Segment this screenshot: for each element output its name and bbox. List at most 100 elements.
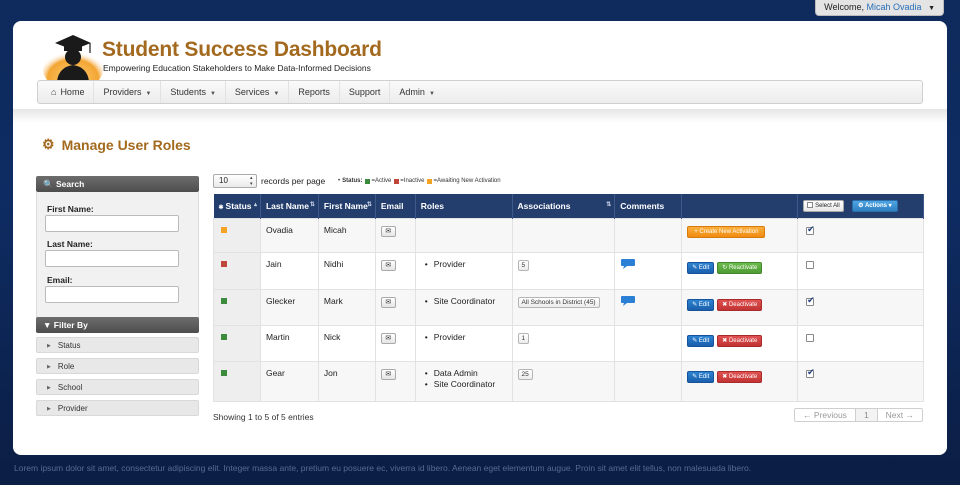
role-item: Provider (421, 259, 507, 270)
nav-admin[interactable]: Admin ▼ (390, 81, 443, 103)
comments-cell (614, 360, 683, 402)
column-header-associations[interactable]: Associations ⇅ (512, 194, 616, 218)
filter-item-label: Status (57, 341, 81, 350)
comments-cell (614, 251, 683, 290)
nav-students[interactable]: Students ▼ (161, 81, 226, 103)
deactivate-button[interactable]: ✖ Deactivate (717, 370, 763, 383)
pagination: ← Previous 1 Next → (794, 408, 924, 422)
last-name-cell: Jain (259, 251, 319, 290)
edit-button[interactable]: ✎ Edit (687, 298, 715, 311)
welcome-user-name[interactable]: Micah Ovadia (867, 2, 922, 12)
select-cell (797, 324, 924, 362)
status-indicator (221, 369, 227, 376)
nav-providers[interactable]: Providers ▼ (94, 81, 162, 103)
email-button[interactable]: ✉ (380, 332, 396, 344)
comment-bubble-icon[interactable] (620, 258, 636, 270)
close-icon: ✖ (722, 301, 729, 308)
records-per-page-select[interactable]: 10 (213, 174, 257, 188)
nav-reports[interactable]: Reports (289, 81, 340, 103)
edit-label: Edit (698, 337, 710, 344)
app-subtitle: Empowering Education Stakeholders to Mak… (103, 63, 371, 73)
row-select-checkbox[interactable] (806, 333, 815, 342)
records-per-page: 10 records per page (213, 174, 325, 188)
entries-summary: Showing 1 to 5 of 5 entries (213, 412, 314, 422)
associations-cell (511, 217, 616, 253)
status-legend: • Status: =Active =Inactive =Awaiting Ne… (338, 178, 501, 184)
sort-icon: ✱ (218, 204, 224, 211)
page-heading: ⚙ Manage User Roles (42, 136, 191, 153)
row-select-checkbox[interactable] (806, 224, 815, 235)
filter-item-role[interactable]: ▶ Role (36, 358, 199, 374)
reactivate-button[interactable]: ↻ Reactivate (717, 261, 763, 274)
search-icon: 🔍 (43, 179, 54, 189)
role-item: Site Coordinator (421, 296, 507, 307)
edit-button[interactable]: ✎ Edit (687, 334, 715, 347)
column-header-status[interactable]: ✱ Status ▴ (213, 194, 261, 218)
deactivate-label: Deactivate (728, 337, 758, 344)
nav-home[interactable]: ⌂ Home (42, 81, 95, 103)
nav-services-label: Services (234, 87, 270, 97)
edit-icon: ✎ (692, 301, 699, 308)
email-cell: ✉ (374, 251, 416, 290)
search-panel-title: Search (55, 179, 85, 189)
status-cell (213, 288, 261, 326)
envelope-icon: ✉ (385, 370, 392, 378)
status-indicator (221, 226, 227, 233)
roles-cell: Provider (414, 324, 513, 362)
status-cell (213, 324, 261, 362)
deactivate-button[interactable]: ✖ Deactivate (717, 298, 763, 311)
associations-badge[interactable]: 1 (517, 332, 530, 344)
email-button[interactable]: ✉ (380, 296, 396, 308)
close-icon: ✖ (722, 373, 729, 380)
deactivate-label: Deactivate (728, 373, 758, 380)
associations-badge[interactable]: All Schools in District (45) (517, 296, 600, 308)
graduate-logo-icon (43, 35, 103, 81)
associations-badge[interactable]: 25 (517, 368, 533, 380)
last-name-cell: Ovadia (259, 217, 319, 253)
create-activation-button[interactable]: + Create New Activation (687, 225, 766, 238)
welcome-menu[interactable]: Welcome, Micah Ovadia ▼ (815, 0, 944, 16)
column-header-last-name[interactable]: Last Name ⇅ (260, 194, 319, 218)
nav-support[interactable]: Support (340, 81, 391, 103)
envelope-icon: ✉ (385, 334, 392, 342)
create-activation-label: Create New Activation (699, 228, 759, 235)
app-title: Student Success Dashboard (102, 38, 382, 61)
column-header-label: Email (380, 200, 404, 211)
nav-students-label: Students (170, 87, 206, 97)
deactivate-button[interactable]: ✖ Deactivate (717, 334, 763, 347)
email-button[interactable]: ✉ (380, 259, 396, 271)
associations-badge[interactable]: 5 (517, 259, 530, 271)
page-1-button[interactable]: 1 (855, 409, 878, 421)
previous-page-button[interactable]: ← Previous (795, 409, 856, 421)
email-input[interactable] (45, 286, 179, 303)
row-select-checkbox[interactable] (806, 295, 815, 306)
roles-list: Site Coordinator (421, 296, 507, 307)
column-header-first-name[interactable]: First Name ⇅ (318, 194, 376, 218)
next-page-button[interactable]: Next → (878, 409, 922, 421)
actions-dropdown-button[interactable]: ⚙ Actions ▾ (852, 199, 898, 212)
first-name-input[interactable] (45, 215, 179, 232)
edit-button[interactable]: ✎ Edit (687, 370, 715, 383)
filter-item-provider[interactable]: ▶ Provider (36, 400, 199, 416)
column-header-label: First Name (323, 200, 368, 211)
select-all-checkbox[interactable] (807, 201, 814, 208)
select-cell (797, 288, 924, 326)
edit-label: Edit (698, 373, 710, 380)
nav-support-label: Support (348, 87, 381, 97)
nav-services[interactable]: Services ▼ (226, 81, 290, 103)
row-select-checkbox[interactable] (806, 260, 815, 269)
email-button[interactable]: ✉ (380, 368, 396, 380)
row-select-checkbox[interactable] (806, 367, 815, 378)
comment-bubble-icon[interactable] (620, 295, 636, 307)
last-name-input[interactable] (45, 250, 179, 267)
associations-cell: 5 (511, 251, 616, 290)
select-all-button[interactable]: Select All (803, 199, 844, 212)
filter-item-status[interactable]: ▶ Status (36, 337, 199, 353)
buttons-cell: ✎ Edit ✖ Deactivate (681, 360, 799, 402)
last-name-cell: Martin (259, 324, 319, 362)
filter-item-school[interactable]: ▶ School (36, 379, 199, 395)
table-row: Ovadia Micah ✉ + Create New Activation (213, 217, 924, 253)
triangle-right-icon: ▶ (47, 406, 51, 412)
edit-button[interactable]: ✎ Edit (687, 261, 715, 274)
email-button[interactable]: ✉ (380, 225, 396, 237)
